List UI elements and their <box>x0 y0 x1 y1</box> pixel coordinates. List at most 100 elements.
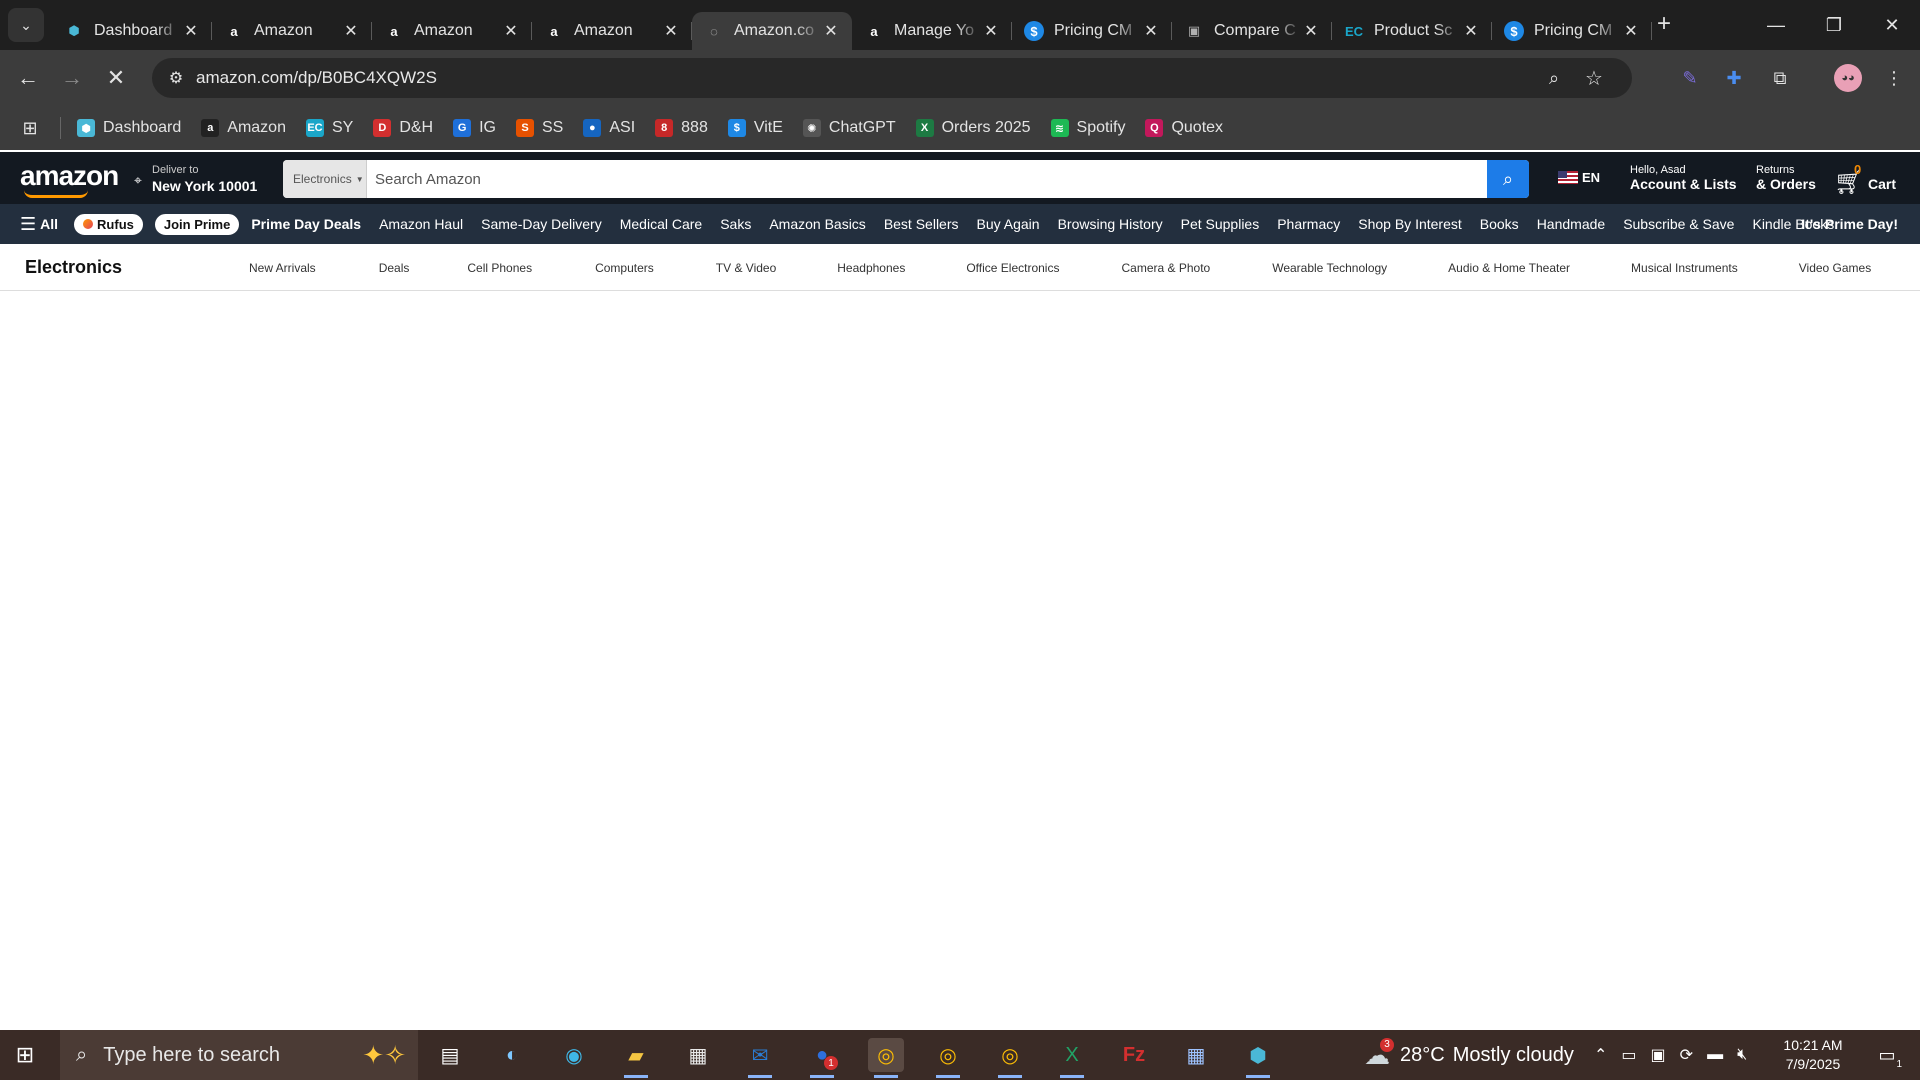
nav-link-11[interactable]: Shop By Interest <box>1358 216 1462 232</box>
subnav-link-1[interactable]: Deals <box>379 261 410 275</box>
excel-icon[interactable]: X <box>1054 1038 1090 1078</box>
nav-link-5[interactable]: Amazon Basics <box>769 216 865 232</box>
bookmark-10[interactable]: X Orders 2025 <box>915 119 1031 137</box>
taskbar-search-box[interactable]: ⌕ Type here to search ✦✧ <box>60 1030 418 1080</box>
extension-plus-icon[interactable]: ✚ <box>1720 64 1748 92</box>
bookmark-star-icon[interactable]: ☆ <box>1580 64 1608 92</box>
chevron-up-icon[interactable]: ⌃ <box>1594 1045 1607 1065</box>
filezilla-icon[interactable]: Fz <box>1116 1038 1152 1072</box>
restore-button[interactable]: ❐ <box>1806 0 1862 50</box>
subnav-link-8[interactable]: Wearable Technology <box>1272 261 1387 275</box>
bookmark-6[interactable]: ● ASI <box>583 119 635 137</box>
bookmark-2[interactable]: EC SY <box>305 119 353 137</box>
battery-icon[interactable]: ▬ <box>1707 1046 1723 1064</box>
outlook-icon[interactable]: ✉ <box>742 1038 778 1078</box>
tab-1[interactable]: a Amazon ✕ <box>212 12 372 50</box>
join-prime-button[interactable]: Join Prime <box>154 213 240 235</box>
network-display-icon[interactable]: ▭ <box>1621 1045 1636 1065</box>
nav-link-9[interactable]: Pet Supplies <box>1181 216 1260 232</box>
nav-link-0[interactable]: Prime Day Deals <box>251 216 361 232</box>
tab-2[interactable]: a Amazon ✕ <box>372 12 532 50</box>
nav-link-8[interactable]: Browsing History <box>1058 216 1163 232</box>
prime-day-banner-link[interactable]: It's Prime Day! <box>1801 216 1898 232</box>
tab-close-icon[interactable]: ✕ <box>822 22 840 40</box>
tab-close-icon[interactable]: ✕ <box>1462 22 1480 40</box>
tab-7[interactable]: ▣ Compare C ✕ <box>1172 12 1332 50</box>
tab-5[interactable]: a Manage Yo ✕ <box>852 12 1012 50</box>
dashboard-app-icon[interactable]: ⬢ <box>1240 1038 1276 1078</box>
bookmark-11[interactable]: ≋ Spotify <box>1050 119 1125 137</box>
nav-link-1[interactable]: Amazon Haul <box>379 216 463 232</box>
outlook-new-icon[interactable]: ● 1 <box>804 1038 840 1078</box>
zoom-icon[interactable]: ⌕ <box>1540 64 1568 92</box>
tab-9[interactable]: $ Pricing CM ✕ <box>1492 12 1652 50</box>
subnav-link-4[interactable]: TV & Video <box>716 261 776 275</box>
chrome-profile2-icon[interactable]: ◎ <box>930 1038 966 1078</box>
apps-grid-icon[interactable]: ⊞ <box>18 116 42 140</box>
nav-link-6[interactable]: Best Sellers <box>884 216 959 232</box>
tab-close-icon[interactable]: ✕ <box>182 22 200 40</box>
language-selector[interactable]: EN <box>1558 170 1600 185</box>
taskbar-clock[interactable]: 10:21 AM 7/9/2025 <box>1774 1036 1852 1074</box>
amazon-logo[interactable]: amazon <box>20 160 119 192</box>
subnav-link-6[interactable]: Office Electronics <box>966 261 1059 275</box>
returns-orders-link[interactable]: Returns & Orders <box>1756 164 1816 192</box>
bookmark-8[interactable]: $ VitE <box>727 119 783 137</box>
tab-0[interactable]: ⬢ Dashboard ✕ <box>52 12 212 50</box>
sync-icon[interactable]: ⟳ <box>1680 1045 1693 1065</box>
subnav-link-7[interactable]: Camera & Photo <box>1121 261 1210 275</box>
profile-avatar[interactable]: ◕◕ <box>1834 64 1862 92</box>
extensions-puzzle-icon[interactable]: ⧉ <box>1766 64 1794 92</box>
bookmark-12[interactable]: Q Quotex <box>1145 119 1223 137</box>
stop-loading-button[interactable]: ✕ <box>98 60 134 96</box>
all-menu-button[interactable]: ☰ All <box>20 214 58 235</box>
nav-link-13[interactable]: Handmade <box>1537 216 1606 232</box>
chrome-profile3-icon[interactable]: ◎ <box>992 1038 1028 1078</box>
url-text[interactable]: amazon.com/dp/B0BC4XQW2S <box>196 58 437 98</box>
volume-muted-icon[interactable]: 🔇︎ <box>1737 1046 1747 1064</box>
tab-6[interactable]: $ Pricing CM ✕ <box>1012 12 1172 50</box>
search-input[interactable] <box>375 160 1475 198</box>
tab-3[interactable]: a Amazon ✕ <box>532 12 692 50</box>
site-info-icon[interactable]: ⚙ <box>160 62 192 94</box>
subnav-link-5[interactable]: Headphones <box>837 261 905 275</box>
file-explorer-icon[interactable]: ▰ <box>618 1038 654 1078</box>
forward-button[interactable]: → <box>54 60 90 96</box>
tab-search-button[interactable]: ⌄ <box>8 8 44 42</box>
subnav-link-11[interactable]: Video Games <box>1799 261 1872 275</box>
task-view-icon[interactable]: ▤ <box>432 1038 468 1072</box>
nav-link-12[interactable]: Books <box>1480 216 1519 232</box>
calculator-icon[interactable]: ▦ <box>1178 1038 1214 1072</box>
minimize-button[interactable]: — <box>1748 0 1804 50</box>
back-button[interactable]: ← <box>10 60 46 96</box>
nav-link-10[interactable]: Pharmacy <box>1277 216 1340 232</box>
bookmark-4[interactable]: G IG <box>453 119 496 137</box>
subnav-link-10[interactable]: Musical Instruments <box>1631 261 1738 275</box>
close-window-button[interactable]: ✕ <box>1864 0 1920 50</box>
subnav-link-3[interactable]: Computers <box>595 261 654 275</box>
nav-link-2[interactable]: Same-Day Delivery <box>481 216 602 232</box>
cart-button[interactable]: 🛒︎ 0 Cart <box>1834 162 1904 196</box>
tab-close-icon[interactable]: ✕ <box>1142 22 1160 40</box>
camera-icon[interactable]: ▣ <box>1651 1045 1666 1065</box>
bookmark-9[interactable]: ✺ ChatGPT <box>802 119 896 137</box>
microsoft-store-icon[interactable]: ▦ <box>680 1038 716 1072</box>
nav-link-3[interactable]: Medical Care <box>620 216 702 232</box>
nav-link-7[interactable]: Buy Again <box>977 216 1040 232</box>
bookmark-3[interactable]: D D&H <box>373 119 433 137</box>
subnav-link-9[interactable]: Audio & Home Theater <box>1448 261 1570 275</box>
tab-4[interactable]: ◌ Amazon.co ✕ <box>692 12 852 50</box>
account-lists-menu[interactable]: Hello, Asad Account & Lists <box>1630 164 1737 192</box>
nav-link-14[interactable]: Subscribe & Save <box>1623 216 1734 232</box>
tab-8[interactable]: EC Product Sc ✕ <box>1332 12 1492 50</box>
tab-close-icon[interactable]: ✕ <box>342 22 360 40</box>
menu-kebab-icon[interactable]: ⋮ <box>1880 64 1908 92</box>
extension-feather-icon[interactable]: ✎ <box>1676 64 1704 92</box>
search-category-select[interactable]: Electronics ▼ <box>283 160 367 198</box>
tab-close-icon[interactable]: ✕ <box>1302 22 1320 40</box>
new-tab-button[interactable]: + <box>1650 10 1678 38</box>
bookmark-0[interactable]: ⬢ Dashboard <box>77 119 181 137</box>
start-button[interactable]: ⊞ <box>10 1040 40 1070</box>
address-bar[interactable]: ⚙ amazon.com/dp/B0BC4XQW2S ⌕ ☆ <box>152 58 1632 98</box>
search-submit-button[interactable]: ⌕ <box>1487 160 1529 198</box>
